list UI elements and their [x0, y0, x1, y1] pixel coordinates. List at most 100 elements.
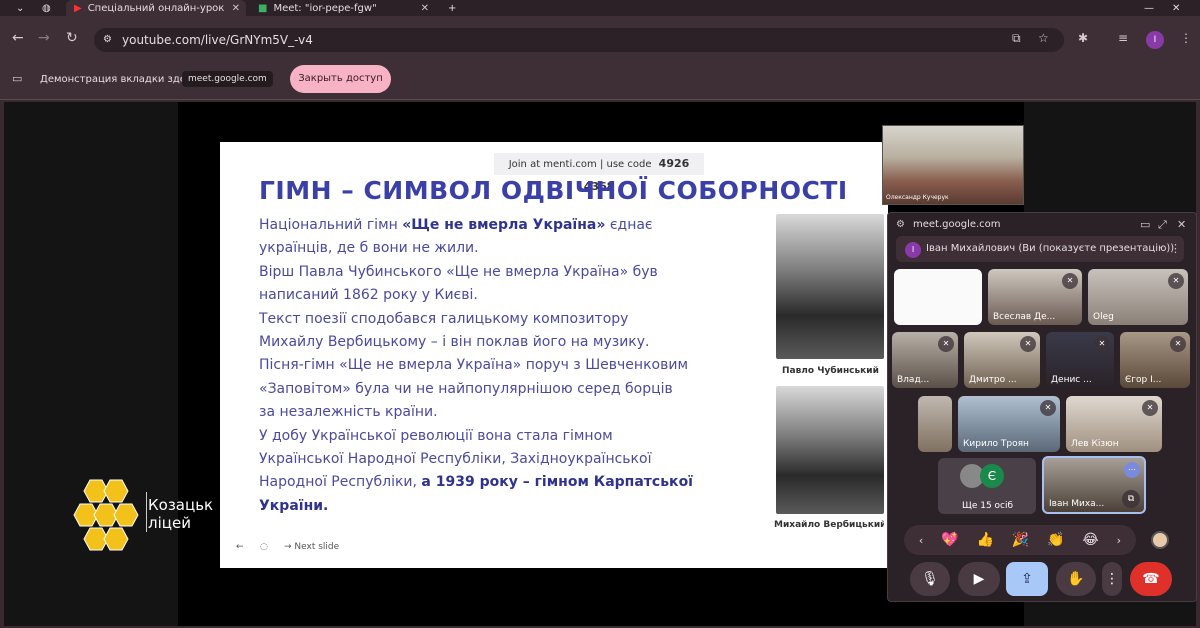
mic-off-icon: ✕ — [1094, 336, 1110, 352]
new-tab-icon[interactable]: + — [440, 0, 464, 16]
more-icon[interactable]: ⋯ — [1124, 462, 1140, 478]
slide-text: Національний гімн — [259, 217, 403, 233]
skin-tone-button[interactable] — [1151, 531, 1169, 549]
participant-tile[interactable]: ✕ Влад... — [892, 332, 958, 388]
raise-hand-button[interactable]: ✋ — [1056, 562, 1096, 596]
install-icon[interactable]: ⧉ — [1012, 31, 1021, 46]
participant-avatar: Є — [980, 464, 1004, 488]
logo-line1: Козацьк — [148, 496, 214, 514]
logo-line2: ліцей — [148, 514, 191, 532]
more-options-button[interactable]: ⋮ — [1102, 562, 1122, 596]
crop-icon[interactable]: ⧉ — [1122, 490, 1140, 508]
mic-button[interactable]: 🎙 — [910, 562, 950, 596]
bookmark-star-icon[interactable]: ☆ — [1038, 31, 1049, 45]
tab-meet[interactable]: ■ Meet: "ior-pepe-fgw" ✕ — [250, 0, 435, 16]
slide-line: Національний гімн «Ще не вмерла Україна»… — [259, 214, 759, 237]
minimize-icon[interactable]: — — [1136, 0, 1162, 16]
forward-icon[interactable]: → — [38, 30, 50, 46]
tab-youtube[interactable]: ▶ Спеціальний онлайн-урок ✕ — [66, 0, 246, 16]
speaker-name: Олександр Кучерук — [886, 194, 949, 201]
reactions-bar: ‹ 💖 👍 🎉 👏 😂 › — [904, 525, 1136, 555]
camera-button[interactable]: ▶ — [958, 562, 1000, 596]
close-icon[interactable]: ✕ — [1177, 218, 1186, 231]
slide-line: «Заповітом» була чи не найпопулярнішою с… — [259, 378, 759, 401]
close-window-icon[interactable]: ✕ — [1164, 0, 1188, 16]
close-icon[interactable]: ✕ — [232, 3, 240, 14]
leave-call-button[interactable]: ☎ — [1130, 562, 1172, 596]
participant-tile[interactable]: ✕ Лев Кізюн — [1066, 396, 1162, 452]
slide-text: написаний 1862 року у Києві. — [259, 287, 478, 304]
close-icon[interactable]: ✕ — [421, 3, 429, 14]
reaction-thumbs-up[interactable]: 👍 — [976, 532, 993, 548]
slide-bold-text: України. — [259, 497, 329, 514]
chevron-left-icon[interactable]: ‹ — [919, 534, 923, 547]
slide-text: «Заповітом» була чи не найпопулярнішою с… — [259, 380, 673, 397]
participant-name: Лев Кізюн — [1071, 439, 1119, 449]
participant-name: Денис ... — [1051, 375, 1092, 385]
address-bar[interactable]: ⚙ youtube.com/live/GrNYm5V_-v4 — [94, 28, 1064, 52]
participant-tile[interactable] — [918, 396, 952, 452]
reload-icon[interactable]: ↻ — [66, 30, 78, 46]
reaction-laugh[interactable]: 😂 — [1082, 532, 1098, 548]
mic-off-icon: ✕ — [1142, 400, 1158, 416]
camera-icon[interactable]: ▭ — [1140, 218, 1150, 231]
self-tile[interactable]: ⋯ ⧉ Іван Миха... — [1042, 456, 1146, 514]
slide-text: за незалежність країни. — [259, 404, 438, 421]
mic-off-icon: ✕ — [1062, 273, 1078, 289]
media-icon[interactable]: ≡ — [1118, 31, 1128, 45]
mic-off-icon: ✕ — [1020, 336, 1036, 352]
participant-tile[interactable]: ✕ Єгор І... — [1120, 332, 1190, 388]
participant-tile[interactable]: ✕ Денис ... — [1046, 332, 1114, 388]
shared-tab-chip[interactable]: meet.google.com — [182, 71, 273, 87]
present-button[interactable]: ⇪ — [1006, 562, 1048, 596]
slide-text: У добу Української революції вона стала … — [259, 427, 613, 444]
camera-icon: ▶ — [973, 571, 985, 587]
tab-list-icon[interactable]: ⌄ — [8, 0, 28, 16]
prev-slide-icon[interactable]: ← — [236, 542, 244, 552]
more-participants-tile[interactable]: Є Ще 15 осіб — [938, 458, 1036, 514]
site-settings-icon[interactable]: ⚙ — [103, 28, 112, 52]
more-participants-label: Ще 15 осіб — [962, 501, 1014, 511]
slide-bold-text: «Ще не вмерла Україна» — [402, 217, 606, 233]
presenting-text: Іван Михайлович (Ви (показуєте презентац… — [926, 243, 1175, 254]
youtube-icon: ▶ — [74, 2, 82, 14]
caption-verbytsky: Михайло Вербицький — [774, 520, 884, 530]
presenting-banner[interactable]: Іван Михайлович (Ви (показуєте презентац… — [896, 236, 1184, 262]
back-icon[interactable]: ← — [12, 30, 24, 46]
participant-name: Влад... — [897, 375, 930, 385]
participant-name: Всеслав Де... — [993, 312, 1056, 322]
reaction-heart[interactable]: 💖 — [941, 532, 958, 548]
chevron-right-icon[interactable]: › — [1117, 534, 1121, 547]
slide-line: Пісня-гімн «Ще не вмерла Україна» поруч … — [259, 354, 759, 377]
reaction-clap[interactable]: 👏 — [1047, 532, 1064, 548]
reaction-party[interactable]: 🎉 — [1012, 532, 1029, 548]
participant-tile[interactable]: ✕ Всеслав Де... — [988, 269, 1082, 325]
stop-sharing-button[interactable]: Закрыть доступ — [290, 65, 391, 93]
globe-icon[interactable]: ◍ — [34, 0, 60, 16]
mic-off-icon: ✕ — [1170, 336, 1186, 352]
participant-tile[interactable]: ✕ Oleg — [1088, 269, 1188, 325]
slide-line: написаний 1862 року у Києві. — [259, 284, 759, 307]
participant-name: Oleg — [1093, 312, 1114, 322]
extensions-icon[interactable]: ✱ — [1078, 31, 1088, 45]
mic-off-icon: ✕ — [1040, 400, 1056, 416]
participant-tile[interactable]: ✕ Дмитро ... — [964, 332, 1040, 388]
hang-up-icon: ☎ — [1142, 571, 1160, 587]
speaker-video: Олександр Кучерук — [882, 125, 1024, 205]
more-options-icon[interactable]: ⋮ — [1170, 242, 1181, 255]
tune-icon: ⚙ — [896, 219, 905, 230]
profile-avatar[interactable]: I — [1146, 31, 1164, 49]
slide-line: Вірш Павла Чубинського «Ще не вмерла Укр… — [259, 261, 759, 284]
slide-line: Михайлу Вербицькому – і він поклав його … — [259, 331, 759, 354]
participant-tile[interactable] — [894, 269, 982, 325]
next-slide-label: Next slide — [294, 542, 340, 552]
menu-icon[interactable]: ⋮ — [1180, 31, 1192, 45]
slide-line: України. — [259, 495, 759, 518]
participant-tile[interactable]: ✕ Кирило Троян — [958, 396, 1060, 452]
next-slide-button[interactable]: → Next slide — [284, 542, 339, 552]
meet-icon: ■ — [258, 2, 268, 14]
logo-text: Козацьк ліцей — [148, 496, 213, 532]
hint-icon[interactable]: ◌ — [260, 542, 268, 552]
expand-icon[interactable]: ⤢ — [1158, 218, 1167, 232]
more-vert-icon: ⋮ — [1105, 571, 1119, 587]
